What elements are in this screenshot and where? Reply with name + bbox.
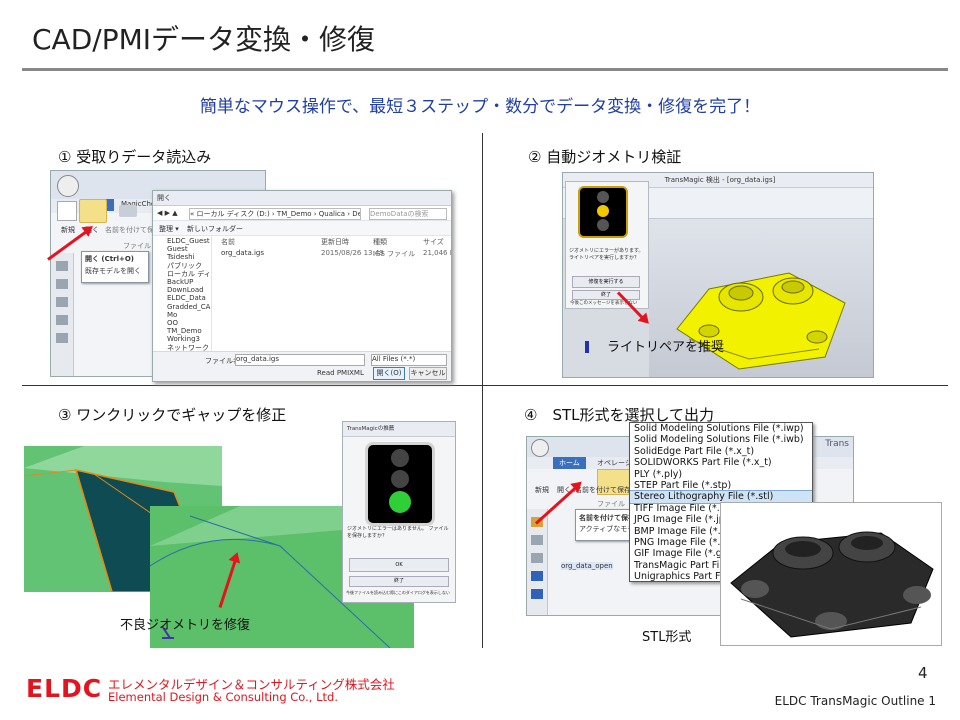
col-name[interactable]: 名前 [221, 237, 235, 247]
step-1-label: ① 受取りデータ読込み [58, 148, 212, 166]
tree-item[interactable]: Mo [167, 311, 211, 319]
tree-item[interactable]: DownLoad [167, 286, 211, 294]
tree-item[interactable]: ELDC_Guest [167, 237, 211, 245]
tree-item[interactable]: TM_Demo [167, 327, 211, 335]
eldc-logo: ELDC [26, 674, 103, 703]
check-result-dialog: ジオメトリにエラーがあります。 ライトリペアを実行しますか？ 修復を実行する 終… [565, 181, 649, 309]
open-button[interactable]: 開く(O) [373, 367, 405, 380]
file-type-cell: IGS ファイル [373, 250, 416, 258]
transmagic-recommend-dialog: TransMagicの推薦 ジオメトリにエラーはありません。 ファイルを保存しま… [342, 421, 456, 603]
left-toolbar-4 [527, 509, 548, 615]
format-option[interactable]: STEP Part File (*.stp) [630, 480, 812, 491]
company-name-en: Elemental Design & Consulting Co., Ltd. [108, 690, 338, 704]
app-logo-icon[interactable] [57, 175, 79, 197]
step-2-label: ② 自動ジオメトリ検証 [528, 148, 682, 166]
col-type[interactable]: 種類 [373, 237, 387, 247]
filename-input[interactable]: org_data.igs [235, 354, 365, 366]
file-type-select[interactable]: All Files (*.*) [371, 354, 447, 366]
recommend-message: ジオメトリにエラーはありません。 ファイルを保存しますか？ [347, 526, 449, 539]
page-number: 4 [918, 664, 928, 682]
recommend-dialog-title: TransMagicの推薦 [343, 422, 455, 437]
ok-button[interactable]: OK [349, 558, 449, 572]
format-option[interactable]: PLY (*.ply) [630, 469, 812, 480]
file-group-label-4: ファイル [597, 500, 625, 508]
tab-home-4[interactable]: ホーム [553, 457, 586, 469]
recommend-close-button[interactable]: 終了 [349, 576, 449, 587]
axis-triad-icon [585, 341, 589, 353]
slide-subtitle: 簡単なマウス操作で、最短３ステップ・数分でデータ変換・修復を完了！ [199, 97, 761, 117]
slide-title: CAD/PMIデータ変換・修復 [32, 23, 376, 56]
document-label: ELDC TransMagic Outline 1 [774, 694, 936, 708]
file-name-cell: org_data.igs [221, 249, 265, 257]
callout-light-repair: ライトリペアを推奨 [607, 340, 725, 355]
new-file-icon[interactable] [57, 201, 77, 221]
tree-item[interactable]: BackUP [167, 278, 211, 286]
open-folder-icon[interactable] [79, 199, 107, 223]
dialog-title: 開く [153, 191, 451, 206]
address-bar[interactable]: « ローカル ディスク (D:) › TM_Demo › Qualica › D… [189, 208, 361, 220]
dialog-footer: ファイル名(N): org_data.igs All Files (*.*) R… [153, 351, 451, 381]
stl-mesh-preview [720, 502, 942, 646]
format-option[interactable]: SOLIDWORKS Part File (*.x_t) [630, 457, 812, 468]
new-folder-button[interactable]: 新しいフォルダー [187, 224, 243, 234]
file-row[interactable]: org_data.igs 2015/08/26 13:49 IGS ファイル 2… [217, 249, 451, 259]
brand-text: Trans [825, 439, 849, 449]
stl-part-render [721, 503, 941, 645]
view-tool-icon-4[interactable] [531, 571, 543, 581]
tree-item[interactable]: Guest [167, 245, 211, 253]
tree-item[interactable]: Working3 [167, 335, 211, 343]
run-repair-button[interactable]: 修復を実行する [572, 276, 640, 288]
organize-button[interactable]: 整理 ▾ [159, 224, 179, 234]
traffic-light-green-icon [365, 442, 435, 526]
cancel-button[interactable]: キャンセル [409, 367, 447, 380]
open-tooltip: 開く (Ctrl+O) 既存モデルを開く [81, 251, 149, 283]
tooltip-title: 開く (Ctrl+O) [85, 255, 134, 263]
col-date[interactable]: 更新日時 [321, 237, 349, 247]
nav-back-icon[interactable]: ◀ ▶ ▲ [157, 209, 178, 217]
check-message: ジオメトリにエラーがあります。 ライトリペアを実行しますか？ [569, 248, 644, 261]
format-option[interactable]: Solid Modeling Solutions File (*.iwp) [630, 423, 812, 434]
rotate-tool-icon[interactable] [56, 279, 68, 289]
traffic-light-icon [578, 186, 628, 238]
pan-tool-icon-4[interactable] [531, 589, 543, 599]
tree-item[interactable]: Gradded_CADMODE [167, 303, 211, 311]
tooltip-body: 既存モデルを開く [85, 267, 141, 275]
file-list-header: 名前 更新日時 種類 サイズ [217, 237, 447, 247]
quadrant-divider-vertical [482, 133, 483, 648]
new-label: 新規 [61, 226, 75, 234]
folder-tree: ELDC_GuestGuestTsideshiパブリックローカル ディスク (D… [153, 235, 212, 353]
zoom-tool-icon[interactable] [56, 297, 68, 307]
zoom-tool-icon-4[interactable] [531, 553, 543, 563]
new-label-4: 新規 [535, 486, 549, 494]
file-group-label: ファイル [123, 242, 151, 250]
title-divider [22, 68, 948, 71]
app-logo-icon-4[interactable] [531, 439, 549, 457]
open-file-dialog: 開く ◀ ▶ ▲ « ローカル ディスク (D:) › TM_Demo › Qu… [152, 190, 452, 382]
left-toolbar [51, 253, 74, 376]
close-button[interactable]: 終了 [572, 290, 640, 300]
recommend-checkbox[interactable]: 今後ファイルを読み込む際にこのダイアログを表示しない [346, 590, 450, 596]
step-3-label: ③ ワンクリックでギャップを修正 [58, 406, 287, 424]
view-tool-icon[interactable] [56, 333, 68, 343]
quadrant-divider-horizontal [22, 385, 948, 386]
caption-stl: STL形式 [642, 630, 692, 645]
col-size[interactable]: サイズ [423, 237, 444, 247]
tree-item[interactable]: Tsideshi [167, 253, 211, 261]
tree-item[interactable]: ローカル ディスク (D:) [167, 270, 211, 278]
format-option[interactable]: Solid Modeling Solutions File (*.iwb) [630, 434, 812, 445]
search-input[interactable]: DemoDataの検索 [369, 208, 447, 220]
tree-item-model[interactable]: org_data_open [561, 562, 613, 570]
format-option[interactable]: SolidEdge Part File (*.x_t) [630, 446, 812, 457]
read-pmi-checkbox[interactable]: Read PMIXML [317, 369, 364, 377]
tree-item[interactable]: パブリック [167, 262, 211, 270]
callout-fix-geometry: 不良ジオメトリを修復 [120, 618, 251, 633]
tree-item[interactable]: OO [167, 319, 211, 327]
pan-tool-icon[interactable] [56, 315, 68, 325]
file-size-cell: 21,046 KB [423, 249, 451, 257]
select-tool-icon[interactable] [56, 261, 68, 271]
tree-item[interactable]: ELDC_Data [167, 294, 211, 302]
rotate-tool-icon-4[interactable] [531, 535, 543, 545]
save-as-icon[interactable] [119, 205, 137, 217]
